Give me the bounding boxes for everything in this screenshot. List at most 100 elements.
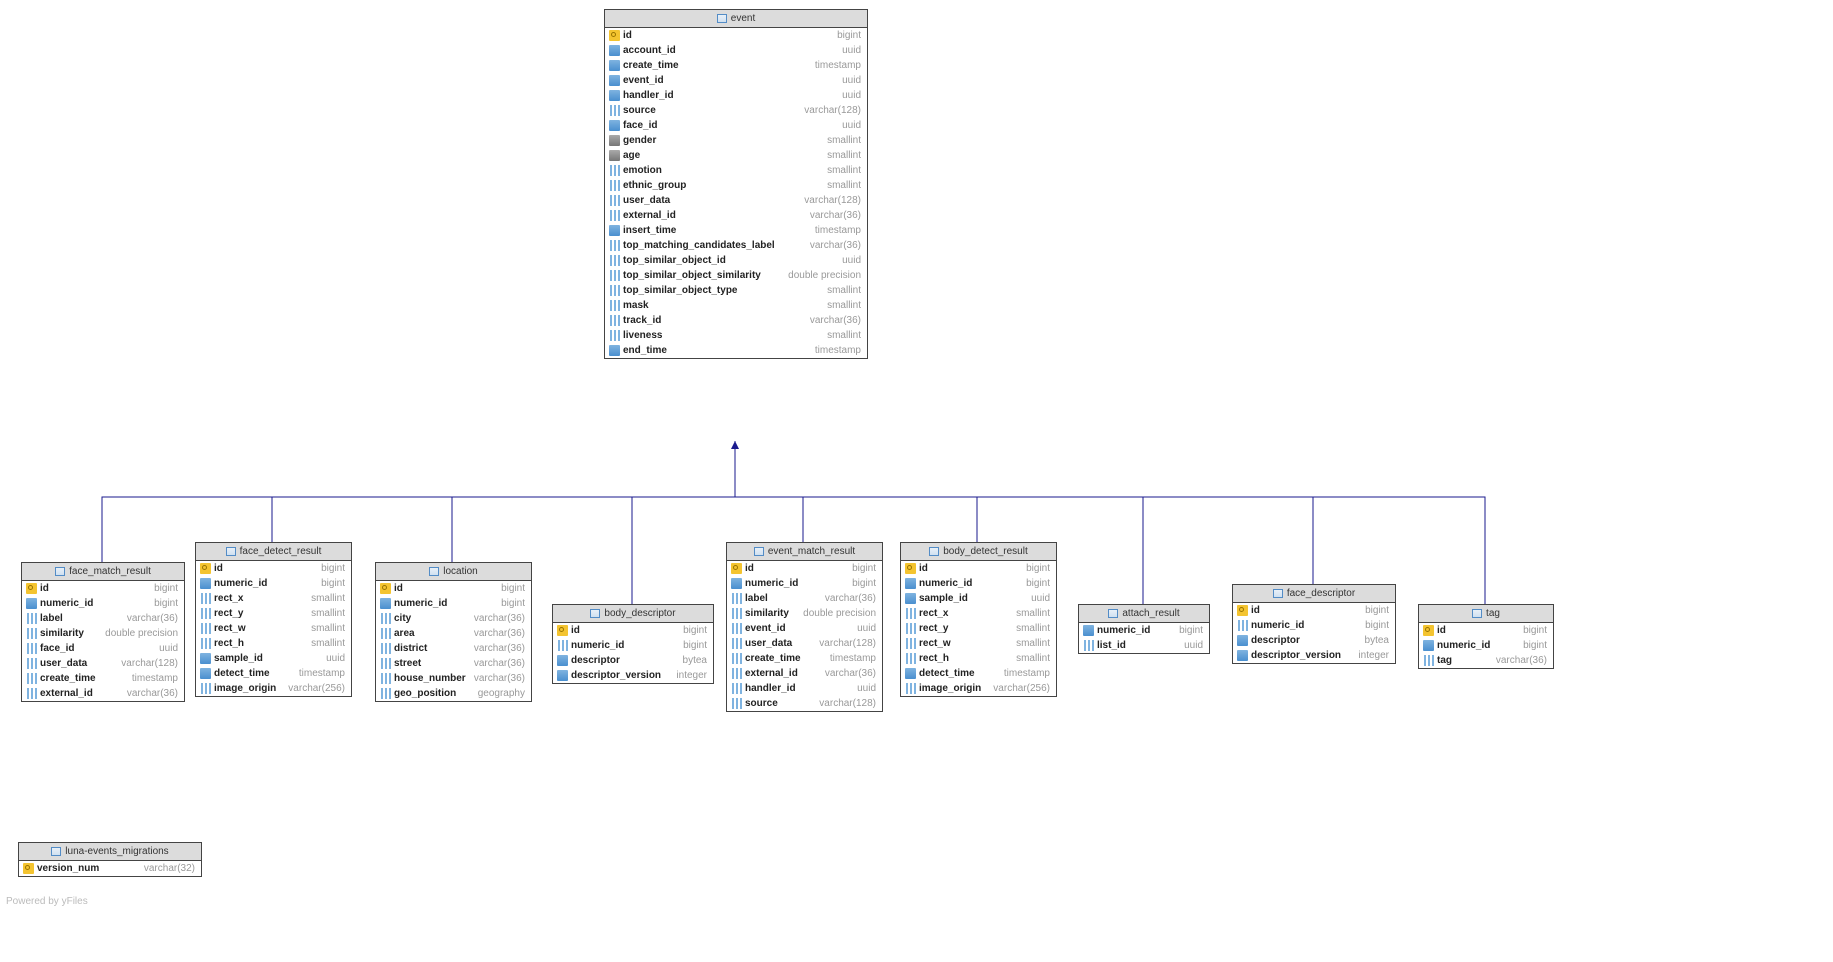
column-row: rect_hsmallint bbox=[196, 636, 351, 651]
table-face_descriptor: face_descriptoridbigintnumeric_idbigintd… bbox=[1232, 584, 1396, 664]
column-row: cityvarchar(36) bbox=[376, 611, 531, 626]
column-name: version_num bbox=[23, 863, 99, 874]
column-fb-icon bbox=[557, 670, 568, 681]
column-type: uuid bbox=[842, 255, 861, 266]
column-row: handler_id uuid bbox=[605, 88, 867, 103]
table-event: eventidbigintaccount_iduuidcreate_timeti… bbox=[604, 9, 868, 359]
column-co-icon bbox=[731, 653, 742, 664]
column-type: varchar(36) bbox=[825, 593, 876, 604]
column-co-icon bbox=[609, 195, 620, 206]
column-name: external_id bbox=[731, 668, 798, 679]
column-type: uuid bbox=[842, 45, 861, 56]
column-row: descriptor_versioninteger bbox=[553, 668, 713, 683]
column-co-icon bbox=[557, 640, 568, 651]
column-type: uuid bbox=[842, 75, 861, 86]
column-fb-icon bbox=[609, 45, 620, 56]
column-type: varchar(32) bbox=[144, 863, 195, 874]
column-name: numeric_id bbox=[200, 578, 267, 589]
column-name: id bbox=[200, 563, 223, 574]
column-co-icon bbox=[380, 658, 391, 669]
column-co-icon bbox=[26, 673, 37, 684]
column-type: varchar(36) bbox=[810, 240, 861, 251]
column-fb-icon bbox=[731, 578, 742, 589]
table-header: face_detect_result bbox=[196, 543, 351, 561]
column-row: tagvarchar(36) bbox=[1419, 653, 1553, 668]
column-type: varchar(36) bbox=[810, 315, 861, 326]
column-row: rect_xsmallint bbox=[901, 606, 1056, 621]
column-name: event_id bbox=[609, 75, 664, 86]
column-type: bigint bbox=[1523, 640, 1547, 651]
column-fb-icon bbox=[200, 578, 211, 589]
column-type: smallint bbox=[1016, 608, 1050, 619]
column-row: idbigint bbox=[1233, 603, 1395, 618]
column-co-icon bbox=[26, 688, 37, 699]
column-name: id bbox=[1423, 625, 1446, 636]
column-name: face_id bbox=[26, 643, 74, 654]
column-row: user_datavarchar(128) bbox=[605, 193, 867, 208]
table-title: face_match_result bbox=[69, 566, 151, 577]
column-row: streetvarchar(36) bbox=[376, 656, 531, 671]
column-name: sample_id bbox=[905, 593, 968, 604]
column-row: ethnic_group smallint bbox=[605, 178, 867, 193]
column-name: rect_h bbox=[200, 638, 244, 649]
column-name: source bbox=[609, 105, 656, 116]
column-name: id bbox=[1237, 605, 1260, 616]
column-type: smallint bbox=[827, 300, 861, 311]
table-attach_result: attach_resultnumeric_idbigintlist_iduuid bbox=[1078, 604, 1210, 654]
column-co-icon bbox=[200, 638, 211, 649]
column-name: id bbox=[26, 583, 49, 594]
column-co-icon bbox=[609, 330, 620, 341]
column-name: emotion bbox=[609, 165, 662, 176]
table-header: attach_result bbox=[1079, 605, 1209, 623]
column-name: ethnic_group bbox=[609, 180, 686, 191]
column-fb-icon bbox=[609, 225, 620, 236]
column-fb-icon bbox=[905, 578, 916, 589]
table-title: event bbox=[731, 13, 755, 24]
table-header: face_descriptor bbox=[1233, 585, 1395, 603]
column-row: create_timetimestamp bbox=[605, 58, 867, 73]
column-type: uuid bbox=[842, 120, 861, 131]
table-icon bbox=[51, 846, 61, 856]
column-name: rect_h bbox=[905, 653, 949, 664]
column-row: version_num varchar(32) bbox=[19, 861, 201, 876]
column-co-icon bbox=[380, 643, 391, 654]
column-type: smallint bbox=[827, 180, 861, 191]
column-name: numeric_id bbox=[1237, 620, 1304, 631]
column-row: numeric_idbigint bbox=[196, 576, 351, 591]
column-row: external_idvarchar(36) bbox=[22, 686, 184, 701]
column-name: tag bbox=[1423, 655, 1452, 666]
column-name: external_id bbox=[26, 688, 93, 699]
column-pk-icon bbox=[731, 563, 742, 574]
column-type: uuid bbox=[842, 90, 861, 101]
column-type: varchar(36) bbox=[825, 668, 876, 679]
column-co-icon bbox=[905, 623, 916, 634]
column-type: smallint bbox=[311, 593, 345, 604]
column-row: user_datavarchar(128) bbox=[22, 656, 184, 671]
column-co-icon bbox=[380, 688, 391, 699]
column-pk-icon bbox=[380, 583, 391, 594]
column-fb-icon bbox=[609, 120, 620, 131]
column-type: bigint bbox=[1026, 578, 1050, 589]
table-icon bbox=[429, 566, 439, 576]
column-row: account_iduuid bbox=[605, 43, 867, 58]
column-name: numeric_id bbox=[1423, 640, 1490, 651]
column-name: liveness bbox=[609, 330, 662, 341]
column-name: handler_id bbox=[609, 90, 674, 101]
column-name: numeric_id bbox=[731, 578, 798, 589]
column-type: varchar(36) bbox=[127, 613, 178, 624]
column-name: numeric_id bbox=[905, 578, 972, 589]
column-fb-icon bbox=[200, 668, 211, 679]
column-fb-icon bbox=[557, 655, 568, 666]
column-name: top_similar_object_similarity bbox=[609, 270, 761, 281]
column-type: varchar(36) bbox=[474, 628, 525, 639]
column-name: geo_position bbox=[380, 688, 456, 699]
column-type: varchar(128) bbox=[804, 195, 861, 206]
column-name: id bbox=[380, 583, 403, 594]
column-row: numeric_idbigint bbox=[1233, 618, 1395, 633]
column-name: rect_w bbox=[905, 638, 951, 649]
table-tag: tagidbigintnumeric_idbiginttagvarchar(36… bbox=[1418, 604, 1554, 669]
column-pk-icon bbox=[905, 563, 916, 574]
column-row: livenesssmallint bbox=[605, 328, 867, 343]
column-fb-icon bbox=[609, 345, 620, 356]
table-icon bbox=[929, 546, 939, 556]
